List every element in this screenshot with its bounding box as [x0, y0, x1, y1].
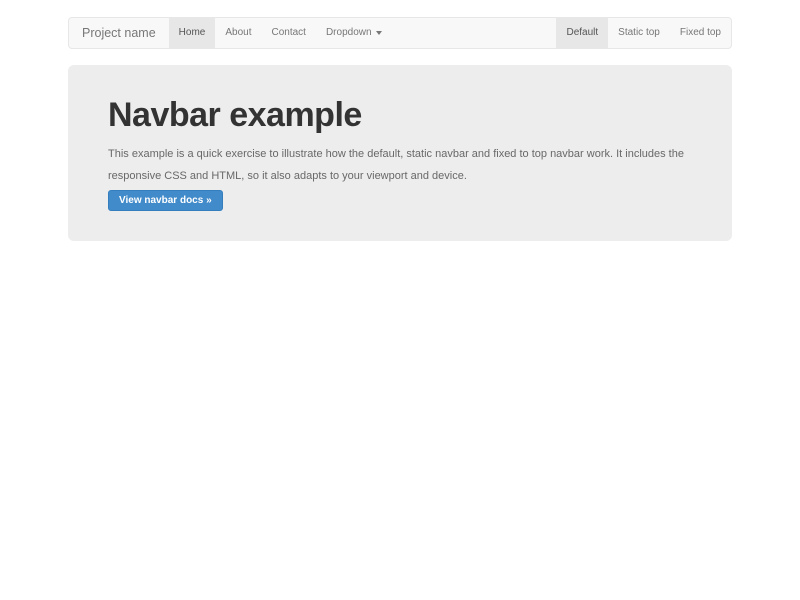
nav-item-dropdown-label: Dropdown [326, 18, 372, 48]
nav-item-home[interactable]: Home [169, 18, 216, 48]
page-title: Navbar example [108, 95, 704, 135]
nav-item-static-top[interactable]: Static top [608, 18, 670, 48]
navbar-right-group: Default Static top Fixed top [556, 18, 731, 48]
navbar-left-group: Project name Home About Contact Dropdown [69, 18, 392, 48]
view-navbar-docs-button[interactable]: View navbar docs » [108, 190, 223, 211]
page-description: This example is a quick exercise to illu… [108, 143, 704, 187]
nav-item-fixed-top[interactable]: Fixed top [670, 18, 731, 48]
nav-item-default[interactable]: Default [556, 18, 608, 48]
page-container: Project name Home About Contact Dropdown… [68, 17, 732, 241]
navbar: Project name Home About Contact Dropdown… [68, 17, 732, 49]
caret-down-icon [376, 31, 382, 35]
jumbotron: Navbar example This example is a quick e… [68, 65, 732, 241]
nav-item-contact[interactable]: Contact [261, 18, 315, 48]
nav-item-about[interactable]: About [215, 18, 261, 48]
brand-link[interactable]: Project name [69, 18, 169, 48]
nav-item-dropdown[interactable]: Dropdown [316, 18, 392, 48]
